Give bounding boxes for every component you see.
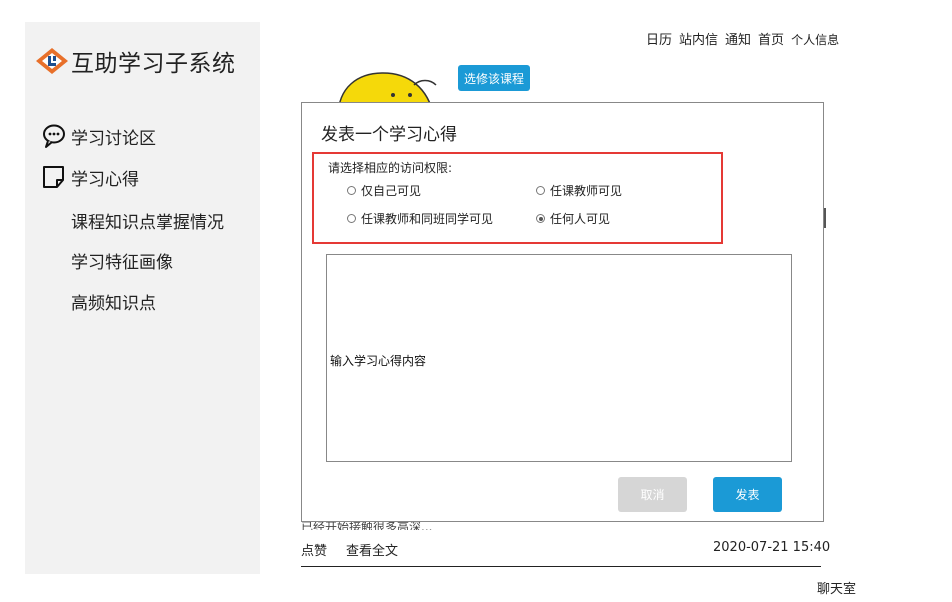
- dialog-title: 发表一个学习心得: [321, 125, 457, 145]
- submit-button[interactable]: 发表: [713, 477, 782, 512]
- post-actions: 点赞 查看全文: [301, 540, 417, 559]
- nav-home[interactable]: 首页: [758, 29, 784, 48]
- sidebar-item-knowledge-mastery[interactable]: 课程知识点掌握情况: [71, 208, 224, 233]
- sidebar-item-frequent-points[interactable]: 高频知识点: [71, 289, 156, 314]
- sidebar-item-label: 学习讨论区: [71, 128, 156, 149]
- radio-circle[interactable]: [347, 214, 356, 223]
- content-placeholder: 输入学习心得内容: [330, 354, 427, 368]
- note-content-textarea[interactable]: 输入学习心得内容: [326, 254, 792, 462]
- radio-self-only[interactable]: 仅自己可见: [347, 182, 421, 199]
- note-icon: [43, 166, 64, 188]
- radio-everyone[interactable]: 任何人可见: [536, 210, 610, 227]
- nav-calendar[interactable]: 日历: [646, 29, 672, 48]
- like-link[interactable]: 点赞: [301, 540, 327, 559]
- radio-label: 任课教师和同班同学可见: [361, 212, 494, 226]
- scroll-indicator: [824, 208, 826, 228]
- radio-label: 任何人可见: [550, 212, 611, 226]
- divider: [301, 566, 821, 567]
- permission-group: 请选择相应的访问权限: 仅自己可见 任课教师可见 任课教师和同班同学可见 任何人…: [312, 152, 723, 244]
- radio-label: 仅自己可见: [361, 184, 422, 198]
- enroll-course-button[interactable]: 选修该课程: [458, 65, 530, 91]
- view-full-link[interactable]: 查看全文: [346, 540, 398, 559]
- radio-circle[interactable]: [347, 186, 356, 195]
- sidebar: 互助学习子系统 学习讨论区 学习心得 课程知识点掌握情况 学习特征画像 高频知识…: [25, 22, 260, 574]
- radio-teacher[interactable]: 任课教师可见: [536, 182, 622, 199]
- brand-name: 互助学习子系统: [71, 51, 236, 77]
- sidebar-item-learning-profile[interactable]: 学习特征画像: [71, 248, 173, 273]
- sidebar-item-notes[interactable]: 学习心得: [41, 164, 139, 190]
- sidebar-item-label: 学习心得: [71, 169, 139, 190]
- brand-logo-icon: [36, 48, 68, 74]
- sidebar-item-discussion[interactable]: 学习讨论区: [41, 123, 156, 149]
- radio-circle-checked[interactable]: [536, 214, 545, 223]
- brand[interactable]: 互助学习子系统: [35, 44, 236, 78]
- nav-profile[interactable]: 个人信息: [791, 31, 839, 48]
- nav-messages[interactable]: 站内信: [679, 29, 718, 48]
- radio-label: 任课教师可见: [550, 184, 623, 198]
- permission-prompt: 请选择相应的访问权限:: [328, 161, 453, 175]
- radio-circle[interactable]: [536, 186, 545, 195]
- post-note-dialog: 发表一个学习心得 请选择相应的访问权限: 仅自己可见 任课教师可见 任课教师和同…: [301, 102, 824, 522]
- cancel-button[interactable]: 取消: [618, 477, 687, 512]
- speech-bubble-icon: [43, 124, 65, 148]
- post-timestamp: 2020-07-21 15:40: [713, 540, 831, 555]
- top-nav: 日历 站内信 通知 首页 个人信息: [646, 29, 846, 48]
- radio-teacher-classmates[interactable]: 任课教师和同班同学可见: [347, 210, 493, 227]
- chatroom-link[interactable]: 聊天室: [817, 578, 856, 597]
- nav-notifications[interactable]: 通知: [725, 29, 751, 48]
